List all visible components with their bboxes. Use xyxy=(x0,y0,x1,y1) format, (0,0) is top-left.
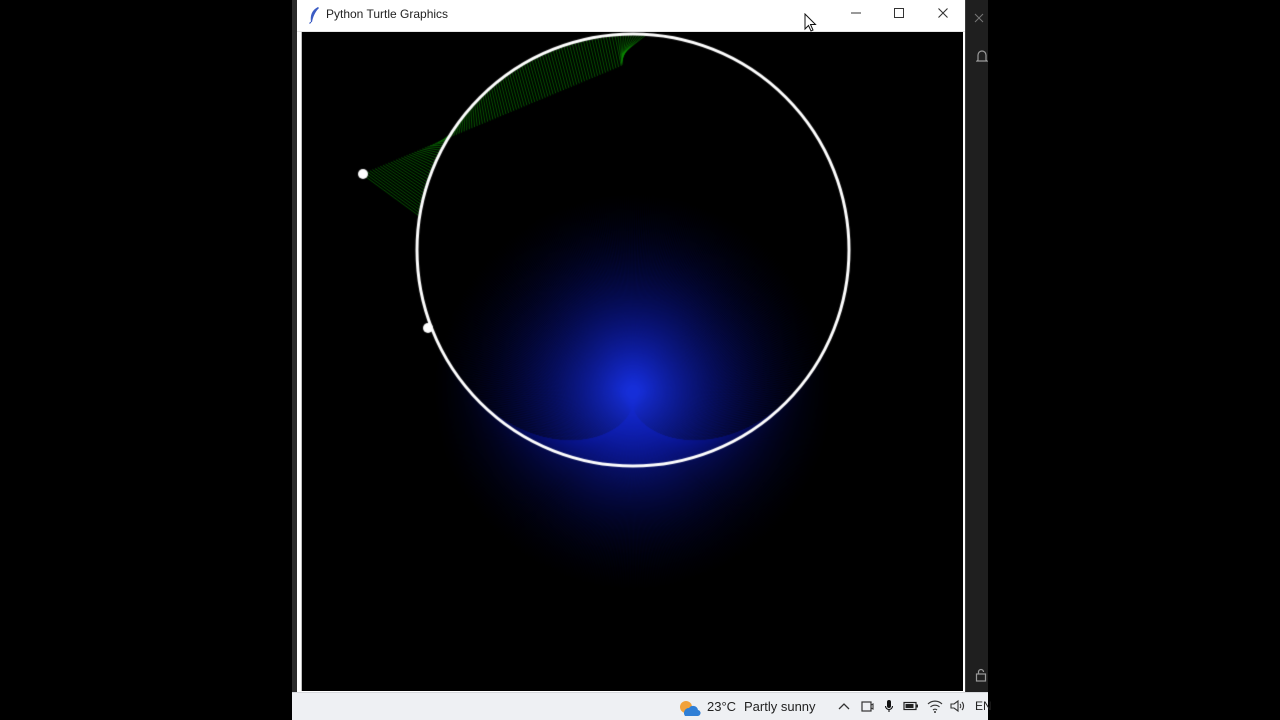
bell-icon[interactable] xyxy=(975,49,989,70)
wifi-icon[interactable] xyxy=(927,698,943,714)
chevron-up-icon[interactable] xyxy=(836,698,852,714)
partly-sunny-icon[interactable] xyxy=(677,698,701,718)
language-indicator[interactable]: EN xyxy=(975,699,992,713)
close-button[interactable] xyxy=(921,0,965,30)
taskbar: 23°C Partly sunny EN xyxy=(292,692,992,720)
minimize-button[interactable] xyxy=(834,0,878,30)
volume-icon[interactable] xyxy=(949,698,965,714)
battery-icon[interactable] xyxy=(903,698,919,714)
desktop-background-right xyxy=(988,0,1280,720)
background-window-edge xyxy=(965,0,989,692)
turtle-window[interactable]: Python Turtle Graphics xyxy=(297,0,965,692)
maximize-icon xyxy=(893,6,905,24)
turtle-canvas-frame xyxy=(301,32,963,691)
feather-icon xyxy=(307,6,323,24)
turtle-drawing-canvas[interactable] xyxy=(302,32,963,691)
microphone-icon[interactable] xyxy=(881,698,897,714)
mouse-pointer-icon xyxy=(804,12,818,33)
maximize-button[interactable] xyxy=(877,0,921,30)
desktop-background-left xyxy=(0,0,292,720)
minimize-icon xyxy=(850,6,862,24)
window-title: Python Turtle Graphics xyxy=(326,7,449,21)
weather-temperature[interactable]: 23°C xyxy=(707,699,736,714)
close-icon xyxy=(937,6,949,24)
meet-now-icon[interactable] xyxy=(859,698,875,714)
weather-description[interactable]: Partly sunny xyxy=(744,699,816,714)
close-icon[interactable] xyxy=(974,10,984,28)
lock-icon[interactable] xyxy=(975,668,987,687)
title-bar[interactable]: Python Turtle Graphics xyxy=(297,0,965,32)
